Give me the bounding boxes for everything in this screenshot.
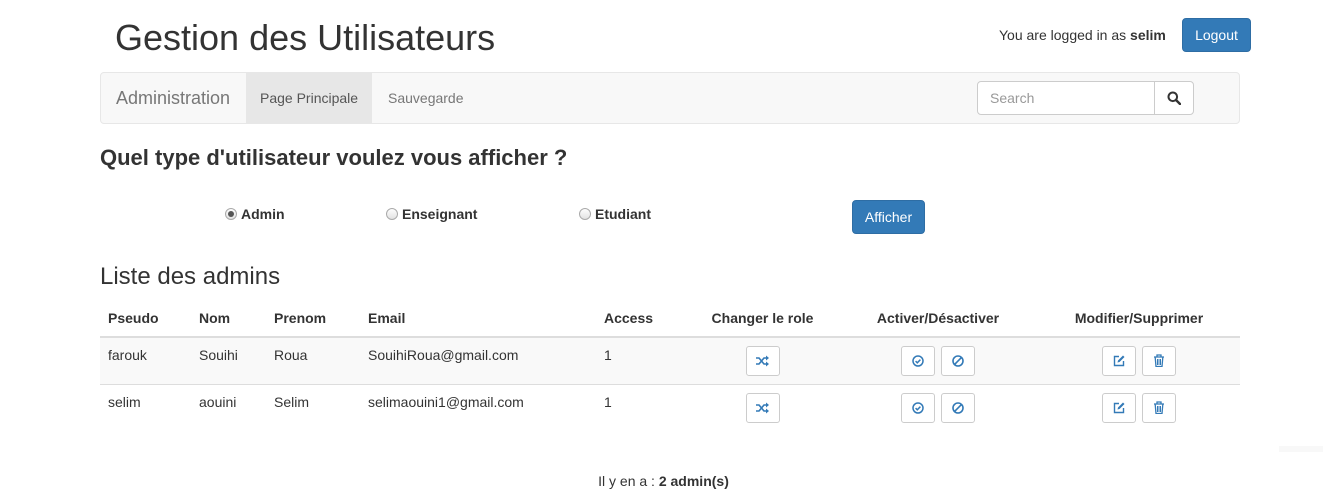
- radio-button[interactable]: [225, 208, 237, 220]
- cell-access: 1: [604, 346, 612, 363]
- nav-item-sauvegarde[interactable]: Sauvegarde: [374, 73, 478, 123]
- radio-etudiant[interactable]: Etudiant: [579, 206, 651, 222]
- search-button[interactable]: [1154, 81, 1194, 115]
- edit-button[interactable]: [1102, 345, 1137, 376]
- ban-icon: [952, 354, 964, 367]
- radio-label: Enseignant: [402, 206, 478, 222]
- filter-question: Quel type d'utilisateur voulez vous affi…: [100, 145, 568, 170]
- search-input[interactable]: [977, 81, 1155, 115]
- activate-button[interactable]: [901, 345, 936, 376]
- footer-count-value: 2 admin(s): [658, 473, 729, 489]
- radio-label: Etudiant: [595, 206, 651, 222]
- cell-nom: aouini: [199, 393, 237, 410]
- afficher-button[interactable]: Afficher: [852, 200, 925, 234]
- trash-icon: [1153, 401, 1164, 415]
- logout-button[interactable]: Logout: [1182, 18, 1251, 52]
- login-info: You are logged in as selim: [999, 26, 1166, 44]
- radio-admin[interactable]: Admin: [225, 206, 285, 222]
- edit-icon: [1113, 355, 1125, 366]
- table-header-row: Pseudo Nom Prenom Email Access Changer l…: [100, 300, 1240, 338]
- activate-button[interactable]: [901, 392, 936, 423]
- cell-nom: Souihi: [199, 346, 238, 363]
- radio-enseignant[interactable]: Enseignant: [386, 206, 477, 222]
- cell-email: SouihiRoua@gmail.com: [368, 346, 519, 363]
- nav-item-page-principale[interactable]: Page Principale: [246, 73, 373, 123]
- table-row: selim aouini Selim selimaouini1@gmail.co…: [100, 383, 1240, 431]
- users-table: Pseudo Nom Prenom Email Access Changer l…: [100, 300, 1240, 431]
- change-role-button[interactable]: [745, 345, 780, 376]
- cell-prenom: Selim: [274, 393, 310, 410]
- change-role-button[interactable]: [745, 392, 780, 423]
- login-username: selim: [1130, 27, 1166, 43]
- footer-prefix: Il y en a :: [598, 473, 655, 489]
- navbar-brand[interactable]: Administration: [116, 73, 230, 123]
- check-circle-icon: [912, 355, 924, 367]
- list-title: Liste des admins: [100, 263, 281, 290]
- trash-icon: [1153, 354, 1164, 368]
- radio-label: Admin: [241, 206, 285, 222]
- column-header: Access: [596, 300, 687, 338]
- column-header: Modifier/Supprimer: [1038, 300, 1240, 338]
- decorative-strip: [1279, 446, 1323, 452]
- column-header: Changer le role: [687, 300, 838, 338]
- cell-email: selimaouini1@gmail.com: [368, 393, 524, 410]
- radio-button[interactable]: [386, 208, 398, 220]
- edit-icon: [1113, 402, 1125, 413]
- shuffle-icon: [755, 355, 769, 367]
- login-prefix: You are logged in as: [999, 27, 1127, 43]
- deactivate-button[interactable]: [940, 392, 975, 423]
- footer-count: Il y en a : 2 admin(s): [0, 473, 1327, 489]
- search-icon: [1167, 91, 1181, 105]
- column-header: Nom: [191, 300, 266, 338]
- ban-icon: [952, 401, 964, 414]
- navbar: Administration Page Principale Sauvegard…: [100, 72, 1240, 124]
- deactivate-button[interactable]: [940, 345, 975, 376]
- delete-button[interactable]: [1141, 345, 1176, 376]
- page-title: Gestion des Utilisateurs: [115, 17, 496, 58]
- table-row: farouk Souihi Roua SouihiRoua@gmail.com …: [100, 336, 1240, 384]
- column-header: Activer/Désactiver: [838, 300, 1038, 338]
- delete-button[interactable]: [1141, 392, 1176, 423]
- cell-pseudo: selim: [108, 393, 141, 410]
- cell-prenom: Roua: [274, 346, 308, 363]
- check-circle-icon: [912, 402, 924, 414]
- radio-button[interactable]: [579, 208, 591, 220]
- cell-access: 1: [604, 393, 612, 410]
- column-header: Prenom: [266, 300, 360, 338]
- column-header: Email: [360, 300, 596, 338]
- column-header: Pseudo: [100, 300, 191, 338]
- edit-button[interactable]: [1102, 392, 1137, 423]
- cell-pseudo: farouk: [108, 346, 147, 363]
- shuffle-icon: [755, 402, 769, 414]
